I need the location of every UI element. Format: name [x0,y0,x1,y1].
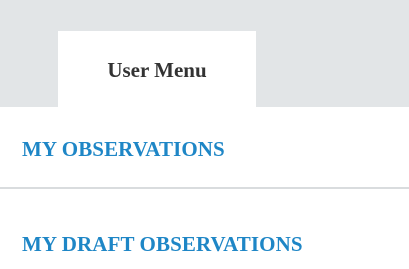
tab-user-menu-label: User Menu [107,57,207,82]
menu-link-my-draft-observations[interactable]: MY DRAFT OBSERVATIONS [22,232,303,257]
user-menu-panel: User Menu MY OBSERVATIONS MY DRAFT OBSER… [0,0,409,269]
menu-link-my-observations[interactable]: MY OBSERVATIONS [22,137,225,162]
tab-user-menu[interactable]: User Menu [58,31,256,107]
tab-bar: User Menu [0,0,409,107]
menu-divider [0,187,409,189]
